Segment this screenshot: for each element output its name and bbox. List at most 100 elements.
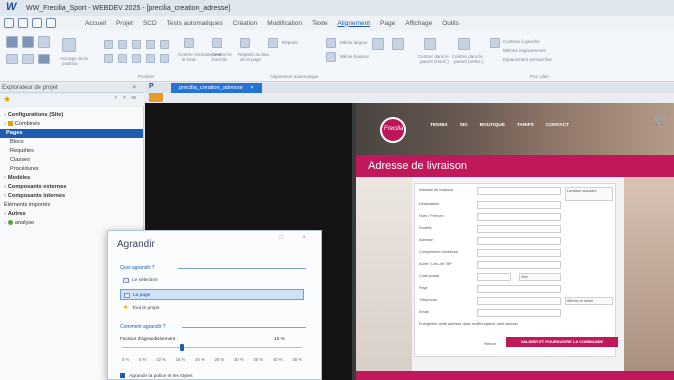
align-icon[interactable] [132,40,141,49]
tree-item-elements-importes[interactable]: Éléments importés [4,201,50,210]
align-right-icon[interactable] [38,36,50,48]
open-icon[interactable] [18,18,28,28]
form-input[interactable] [477,213,561,221]
tree-item-combines[interactable]: › Combinés [4,120,40,129]
page-footer [356,371,674,380]
align-icon[interactable] [160,40,169,49]
page-selector-tab[interactable] [149,93,163,102]
ribbon-group-label: Alignement automatique [270,74,319,79]
align-icon[interactable] [104,40,113,49]
option-page[interactable]: La page [120,289,304,300]
content-left-icon[interactable] [490,38,500,48]
form-input[interactable] [477,309,561,317]
menu-affichage[interactable]: Affichage [400,20,437,27]
form-input[interactable] [477,261,561,269]
tab-precilia-creation-adresse[interactable]: precilia_creation_adresse × [171,83,262,93]
form-input[interactable] [477,225,561,233]
align-icon[interactable] [160,54,169,63]
menu-page[interactable]: Page [375,20,400,27]
align-icon[interactable] [146,40,155,49]
tree-item-autres[interactable]: › Autres [4,210,26,219]
form-input[interactable] [477,285,561,293]
nav-contact[interactable]: CONTACT [546,123,569,128]
submit-order-button[interactable]: VALIDER ET POURSUIVRE LA COMMANDE [506,337,618,347]
back-link[interactable]: Retour [484,341,496,346]
align-top-icon[interactable] [6,54,18,64]
factor-value[interactable]: 15 % [274,337,285,342]
menu-projet[interactable]: Projet [111,20,138,27]
page-icon [124,293,130,298]
menu-alignement[interactable]: Alignement [333,20,376,27]
anchor-icon[interactable] [62,38,76,52]
save-icon[interactable] [32,18,42,28]
align-icon[interactable] [132,54,141,63]
detail-select[interactable]: Afficher le détail [565,297,613,305]
menu-accueil[interactable]: Accueil [80,20,111,27]
favorite-star-icon[interactable]: ★ [3,94,11,105]
center-h-icon[interactable] [424,38,436,50]
city-input[interactable]: Ville [519,273,561,281]
align-center-icon[interactable] [22,36,34,48]
tree-item-composants-internes[interactable]: › Composants internes [4,192,65,201]
factor-slider[interactable] [122,347,302,348]
menu-modification[interactable]: Modification [262,20,307,27]
nav-tarifs[interactable]: TARIFS [517,123,534,128]
nav-boutique[interactable]: BOUTIQUE [480,123,505,128]
size-icon[interactable] [392,38,404,50]
tree-item-analyse[interactable]: › analyse [4,219,34,228]
distribute-icon[interactable] [212,38,222,48]
form-input[interactable] [477,201,561,209]
form-input[interactable] [477,187,561,195]
scale-fonts-checkbox[interactable]: Agrandir la police et les styles [120,373,193,379]
tree-item-pages[interactable]: Pages [0,129,143,138]
align-icon[interactable] [118,54,127,63]
size-icon[interactable] [372,38,384,50]
menu-texte[interactable]: Texte [307,20,333,27]
nav-tennis[interactable]: TENNIS [430,123,448,128]
nav-ski[interactable]: SKI [460,123,468,128]
factor-slider-thumb[interactable] [180,344,184,351]
menu-scd[interactable]: SCD [138,20,162,27]
tree-item-procedures[interactable]: Procédures [10,165,39,174]
tree-item-blocs[interactable]: Blocs [10,138,24,147]
same-height-icon[interactable] [326,52,336,62]
page-preview[interactable]: Frecilia TENNIS SKI BOUTIQUE TARIFS CONT… [356,103,674,380]
form-input[interactable] [477,249,561,257]
form-input[interactable] [477,237,561,245]
form-input[interactable] [477,297,561,305]
form-row: Pays [415,284,617,294]
new-icon[interactable] [4,18,14,28]
tree-item-modeles[interactable]: › Modèles [4,174,30,183]
menu-outils[interactable]: Outils [437,20,464,27]
tree-item-composants-externes[interactable]: › Composants externes [4,183,66,192]
align-icon[interactable] [104,54,113,63]
align-bottom-icon[interactable] [38,54,50,64]
align-icon[interactable] [118,40,127,49]
form-row: Complément d'adresse [415,248,617,258]
menu-tests[interactable]: Tests automatiques [162,20,228,27]
same-width-icon[interactable] [326,38,336,48]
close-icon[interactable]: × [132,83,136,93]
align-left-icon[interactable] [6,36,18,48]
tree-item-classes[interactable]: Classes [10,156,30,165]
tree-item-requetes[interactable]: Requêtes [10,147,34,156]
option-selection[interactable]: Le sélection [120,275,304,286]
save-address-option[interactable]: Enregistrer cette adresse [477,321,613,329]
align-middle-icon[interactable] [22,54,34,64]
tree-item-configurations[interactable]: › Configurations (Site) [4,111,63,120]
center-v-icon[interactable] [458,38,470,50]
postal-code-input[interactable] [477,273,511,281]
distribute-icon[interactable] [240,38,250,48]
cart-icon[interactable]: 🛒 [654,113,668,126]
window-title: WW_Frecilia_Sport - WEBDEV 2025 - [preci… [26,4,231,12]
close-tab-icon[interactable]: × [250,85,253,91]
distribute-icon[interactable] [268,38,278,48]
align-icon[interactable] [146,54,155,63]
explorer-tools-icon[interactable]: ⌕ ▾ ☰ [114,95,138,102]
option-project[interactable]: ★ Tout le projet [120,303,304,314]
distribute-icon[interactable] [184,38,194,48]
menu-creation[interactable]: Création [228,20,263,27]
undo-icon[interactable] [46,18,56,28]
window-controls-icon[interactable]: □ × [279,235,315,241]
ribbon-label: Mêmes espacements [503,48,546,53]
